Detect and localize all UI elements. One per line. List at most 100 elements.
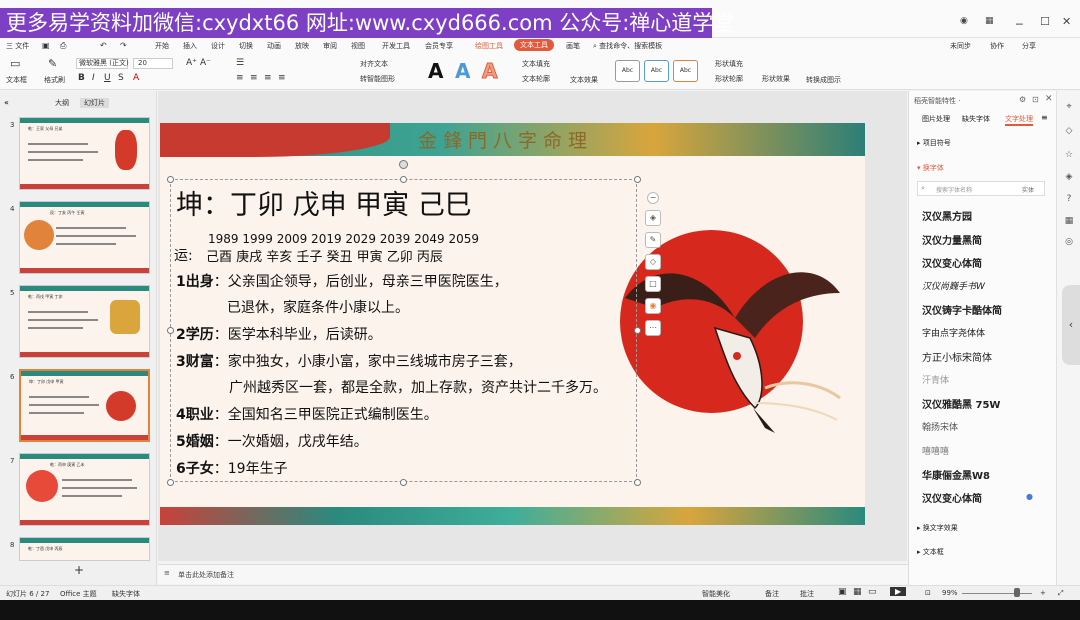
text-style-blue[interactable]: A	[455, 59, 470, 83]
tab-menu-icon[interactable]: ≡	[1041, 113, 1048, 122]
font-search-button[interactable]: 实体	[1022, 185, 1034, 194]
slide-thumbnail-7[interactable]: 乾：丙申 庚寅 乙未	[19, 453, 150, 526]
resize-handle[interactable]	[400, 176, 407, 183]
resize-handle[interactable]	[167, 327, 174, 334]
font-option[interactable]: 汉仪力量黑简	[922, 232, 982, 247]
font-option[interactable]: 汉仪雅酷黑 75W	[922, 396, 1000, 411]
shapes-icon[interactable]: ◇	[1063, 125, 1075, 137]
font-option[interactable]: 汉仪尚巍手书W	[922, 279, 985, 292]
help-icon[interactable]: ?	[1063, 193, 1075, 205]
zoom-slider-thumb[interactable]	[1014, 588, 1020, 597]
font-search-field[interactable]: ⌕ 搜索字体名称 实体	[917, 181, 1045, 196]
slide-thumbnail-3[interactable]: 乾：王家 父母 兄弟	[19, 117, 150, 190]
menu-insert[interactable]: 插入	[183, 41, 197, 51]
layers-sidebar-icon[interactable]: ◈	[1063, 171, 1075, 183]
redo-icon[interactable]: ↷	[120, 41, 127, 50]
maximize-icon[interactable]: ☐	[1040, 15, 1050, 28]
align-center-icon[interactable]: ≡	[250, 73, 258, 83]
menu-design[interactable]: 设计	[211, 41, 225, 51]
menu-member[interactable]: 会员专享	[425, 41, 453, 51]
save-icon[interactable]: ▣	[42, 41, 50, 50]
shrink-font-icon[interactable]: A⁻	[200, 58, 211, 68]
zoom-level[interactable]: 99%	[942, 589, 958, 597]
align-left-icon[interactable]: ≡	[236, 73, 244, 83]
shape-fill-button[interactable]: 形状填充	[715, 59, 743, 69]
smart-beauty-button[interactable]: 智能美化	[702, 589, 730, 599]
format-painter-icon[interactable]: ✎	[48, 57, 57, 70]
layers-icon[interactable]: ◈	[645, 210, 661, 226]
resize-handle[interactable]	[167, 479, 174, 486]
shape-outline-button[interactable]: 形状轮廓	[715, 74, 743, 84]
align-right-icon[interactable]: ≡	[264, 73, 272, 83]
text-selection-box[interactable]	[170, 179, 637, 482]
cursor-icon[interactable]: ⌖	[1063, 101, 1075, 113]
tab-image-processing[interactable]: 图片处理	[922, 114, 950, 124]
zoom-slider[interactable]	[962, 593, 1032, 594]
border-icon[interactable]: □	[645, 276, 661, 292]
notes-pane[interactable]: ≡ 单击此处添加备注	[158, 564, 908, 584]
comments-toggle[interactable]: 批注	[800, 589, 814, 599]
font-select[interactable]: 微软雅黑 (正文)	[76, 58, 129, 69]
star-icon[interactable]: ☆	[1063, 149, 1075, 161]
font-size-select[interactable]: 20	[133, 58, 173, 69]
grid-icon[interactable]: ▦	[1063, 215, 1075, 227]
tab-missing-fonts[interactable]: 缺失字体	[962, 114, 990, 124]
minimize-icon[interactable]: ─	[1016, 18, 1023, 31]
slide-thumbnail-8[interactable]: 乾：丁酉 戊申 丙辰	[19, 537, 150, 561]
tab-text-processing[interactable]: 文字处理	[1005, 114, 1033, 126]
font-option[interactable]: 汉仪变心体简	[922, 490, 982, 505]
font-option[interactable]: 嘻嘻嘻	[922, 444, 949, 457]
pen-icon[interactable]: ✎	[645, 232, 661, 248]
add-slide-button[interactable]: +	[74, 563, 84, 577]
resize-handle[interactable]	[634, 327, 641, 334]
convert-diagram-button[interactable]: 转换成图示	[806, 75, 841, 85]
account-icon[interactable]: ◉	[960, 16, 968, 26]
search-command[interactable]: ⌕ 查找命令、搜索模板	[593, 41, 662, 51]
notes-toggle[interactable]: 备注	[765, 589, 779, 599]
font-option[interactable]: 华康俪金黑W8	[922, 467, 990, 482]
slide-thumbnail-6[interactable]: 坤：丁卯 戊申 甲寅	[19, 369, 150, 442]
settings-icon[interactable]: ⚙	[1019, 95, 1026, 104]
pin-icon[interactable]: ⊡	[1032, 95, 1039, 104]
resize-handle[interactable]	[400, 479, 407, 486]
menu-animation[interactable]: 动画	[267, 41, 281, 51]
resize-handle[interactable]	[167, 176, 174, 183]
rotate-handle[interactable]	[399, 160, 408, 169]
collapse-panel-icon[interactable]: «	[4, 98, 9, 107]
share-button[interactable]: 分享	[1022, 41, 1036, 51]
effects-icon[interactable]: ◉	[645, 298, 661, 314]
shape-style-2[interactable]: Abc	[644, 60, 669, 82]
more-icon[interactable]: ⋯	[645, 320, 661, 336]
tab-outline[interactable]: 大纲	[55, 98, 69, 108]
fullscreen-icon[interactable]: ⤢	[1058, 589, 1064, 598]
font-option[interactable]: 汉仪变心体简	[922, 255, 982, 270]
shape-style-1[interactable]: Abc	[615, 60, 640, 82]
play-slideshow-icon[interactable]: ▶	[890, 587, 907, 596]
menu-developer[interactable]: 开发工具	[382, 41, 410, 51]
menu-slideshow[interactable]: 放映	[295, 41, 309, 51]
missing-font-status[interactable]: 缺失字体	[112, 589, 140, 599]
section-bullets[interactable]: ▸ 项目符号	[917, 138, 951, 148]
bullets-icon[interactable]: ☰	[236, 58, 244, 68]
menu-transition[interactable]: 切换	[239, 41, 253, 51]
slide-thumbnail-4[interactable]: 艮：丁亥 丙午 壬寅	[19, 201, 150, 274]
theme-name[interactable]: Office 主题	[60, 589, 97, 599]
font-option[interactable]: 翰扬宋体	[922, 420, 958, 433]
italic-button[interactable]: I	[92, 73, 95, 83]
fit-icon[interactable]: ⊡	[925, 589, 931, 597]
font-color-button[interactable]: A	[133, 73, 139, 83]
tab-drawing-tools[interactable]: 绘图工具	[475, 41, 503, 51]
text-style-black[interactable]: A	[428, 59, 443, 83]
section-art-text[interactable]: ▸ 换文字效果	[917, 523, 958, 533]
resize-handle[interactable]	[634, 176, 641, 183]
reading-view-icon[interactable]: ▭	[868, 587, 877, 597]
print-icon[interactable]: ⎙	[60, 41, 66, 51]
menu-review[interactable]: 审阅	[323, 41, 337, 51]
font-option[interactable]: 汗青体	[922, 373, 949, 386]
smart-icon[interactable]: ◎	[1063, 236, 1075, 248]
tab-slides[interactable]: 幻灯片	[80, 98, 109, 108]
text-fill-button[interactable]: 文本填充	[522, 59, 550, 69]
panel-close-icon[interactable]: ✕	[1045, 94, 1053, 104]
menu-view[interactable]: 视图	[351, 41, 365, 51]
undo-icon[interactable]: ↶	[100, 41, 107, 50]
